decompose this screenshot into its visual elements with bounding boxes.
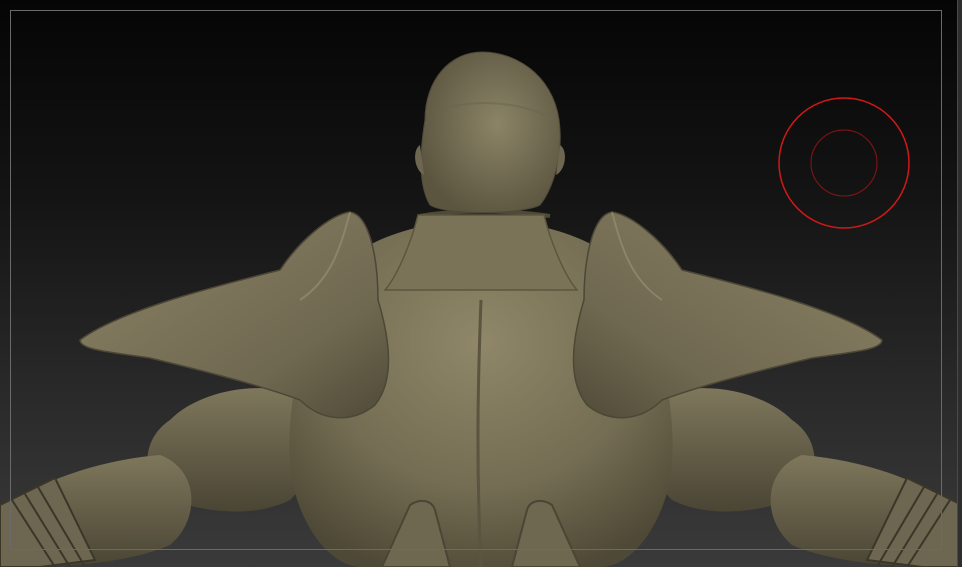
sculpt-viewport[interactable] bbox=[0, 0, 962, 567]
sculpt-mesh[interactable] bbox=[0, 0, 962, 567]
brush-draw-size-ring bbox=[778, 97, 910, 229]
head bbox=[420, 51, 561, 213]
brush-focal-ring bbox=[810, 129, 878, 197]
right-shoulder-pad bbox=[572, 211, 883, 419]
collar bbox=[383, 214, 579, 291]
brush-cursor-icon bbox=[778, 97, 910, 229]
left-shoulder-pad bbox=[79, 211, 390, 419]
viewport-scroll-edge[interactable] bbox=[957, 0, 962, 567]
